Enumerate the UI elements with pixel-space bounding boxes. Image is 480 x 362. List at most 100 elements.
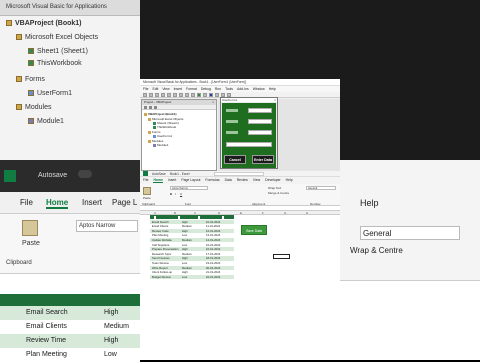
priority-input[interactable]: [248, 119, 272, 124]
menu-view[interactable]: View: [162, 87, 169, 91]
excel-view-icon[interactable]: [143, 93, 147, 97]
table-cell-date[interactable]: 14-01-2024: [206, 238, 220, 242]
tab-view[interactable]: View: [253, 178, 260, 183]
table-cell-date[interactable]: 10-01-2024: [206, 220, 220, 224]
tab-home[interactable]: Home: [153, 178, 163, 183]
table-cell-task[interactable]: Update Website: [152, 238, 172, 242]
menu-run[interactable]: Run: [215, 87, 221, 91]
insert-icon[interactable]: [149, 93, 153, 97]
table-cell-priority[interactable]: High: [182, 229, 188, 233]
toggle-folders-icon[interactable]: [154, 105, 157, 109]
number-format-select[interactable]: General: [306, 186, 336, 190]
table-cell-date[interactable]: 17-01-2024: [206, 252, 220, 256]
font-name-select[interactable]: Aptos Narrow: [170, 186, 208, 190]
table-cell-date[interactable]: 20-01-2024: [206, 266, 220, 270]
cancel-button[interactable]: Cancel: [224, 155, 246, 164]
close-icon[interactable]: ×: [212, 100, 214, 105]
table-cell-priority[interactable]: Medium: [182, 238, 192, 242]
table-row[interactable]: Budget Review Low 22-01-2024: [150, 274, 234, 280]
table-cell-task[interactable]: Client Follow-up: [152, 270, 172, 274]
table-cell-task[interactable]: Budget Review: [152, 275, 171, 279]
filter-icon[interactable]: [178, 215, 180, 219]
table-cell-priority[interactable]: High: [182, 270, 188, 274]
find-icon[interactable]: [179, 93, 183, 97]
tab-data[interactable]: Data: [225, 178, 232, 183]
notes-input[interactable]: [226, 142, 272, 147]
table-cell-task[interactable]: Email Clients: [152, 224, 168, 228]
tab-developer[interactable]: Developer: [265, 178, 280, 183]
table-cell-priority[interactable]: High: [182, 256, 188, 260]
table-cell-date[interactable]: 21-01-2024: [206, 270, 220, 274]
stop-icon[interactable]: [209, 93, 213, 97]
menu-debug[interactable]: Debug: [201, 87, 211, 91]
menu-window[interactable]: Window: [253, 87, 265, 91]
menu-insert[interactable]: Insert: [174, 87, 182, 91]
table-cell-priority[interactable]: Low: [182, 233, 187, 237]
table-cell-task[interactable]: Review Code: [152, 229, 169, 233]
tab-file[interactable]: File: [143, 178, 148, 183]
save-data-button[interactable]: Save Data: [241, 225, 267, 235]
table-cell-date[interactable]: 22-01-2024: [206, 275, 220, 279]
wrap-text-button[interactable]: Wrap Text: [268, 186, 281, 190]
table-cell-priority[interactable]: Low: [182, 275, 187, 279]
pause-icon[interactable]: [203, 93, 207, 97]
menu-tools[interactable]: Tools: [225, 87, 233, 91]
filter-icon[interactable]: [198, 215, 200, 219]
tab-insert[interactable]: Insert: [168, 178, 176, 183]
table-cell-priority[interactable]: Low: [182, 261, 187, 265]
paste-icon[interactable]: [173, 93, 177, 97]
table-cell-task[interactable]: Call Suppliers: [152, 243, 169, 247]
filter-icon[interactable]: [222, 215, 224, 219]
search-input[interactable]: [213, 171, 264, 176]
undo-icon[interactable]: [185, 93, 189, 97]
merge-centre-button[interactable]: Merge & Centre: [268, 191, 289, 195]
table-cell-date[interactable]: 18-01-2024: [206, 256, 220, 260]
tab-review[interactable]: Review: [237, 178, 248, 183]
date-input[interactable]: [248, 130, 272, 135]
copy-icon[interactable]: [167, 93, 171, 97]
bold-icon[interactable]: B: [170, 192, 172, 196]
table-cell-date[interactable]: 12-01-2024: [206, 229, 220, 233]
table-cell-date[interactable]: 19-01-2024: [206, 261, 220, 265]
selected-cell[interactable]: [273, 254, 290, 259]
italic-icon[interactable]: I: [175, 192, 176, 196]
view-object-icon[interactable]: [149, 105, 152, 109]
table-cell-priority[interactable]: Medium: [182, 266, 192, 270]
run-icon[interactable]: [197, 93, 201, 97]
view-code-icon[interactable]: [144, 105, 147, 109]
table-cell-task[interactable]: Write Report: [152, 266, 168, 270]
task-input[interactable]: [248, 108, 272, 113]
table-cell-priority[interactable]: Low: [182, 243, 187, 247]
cut-icon[interactable]: [161, 93, 165, 97]
table-cell-priority[interactable]: High: [182, 247, 188, 251]
userform-window[interactable]: UserForm1 × Cancel Enter Data: [220, 97, 278, 169]
save-icon[interactable]: [155, 93, 159, 97]
table-cell-date[interactable]: 15-01-2024: [206, 243, 220, 247]
menu-edit[interactable]: Edit: [152, 87, 158, 91]
paste-icon[interactable]: [143, 187, 151, 195]
table-cell-date[interactable]: 13-01-2024: [206, 233, 220, 237]
table-cell-task[interactable]: Team Review: [152, 261, 169, 265]
table-cell-date[interactable]: 16-01-2024: [206, 247, 220, 251]
worksheet[interactable]: Email Search High 10-01-2024 Email Clients M…: [140, 215, 340, 360]
tree-module1[interactable]: Module1: [153, 143, 169, 147]
filter-icon[interactable]: [154, 215, 156, 219]
redo-icon[interactable]: [191, 93, 195, 97]
tab-formulas[interactable]: Formulas: [205, 178, 219, 183]
tab-help[interactable]: Help: [286, 178, 293, 183]
menu-format[interactable]: Format: [186, 87, 197, 91]
tree-thisworkbook[interactable]: ThisWorkbook: [153, 125, 176, 129]
tree-project[interactable]: VBAProject (Book1): [144, 112, 177, 116]
table-cell-task[interactable]: Send Invoices: [152, 256, 170, 260]
table-cell-task[interactable]: Email Search: [152, 220, 169, 224]
table-cell-priority[interactable]: High: [182, 220, 188, 224]
table-cell-task[interactable]: Prepare Presentation: [152, 247, 178, 251]
table-cell-priority[interactable]: Medium: [182, 224, 192, 228]
table-cell-priority[interactable]: Medium: [182, 252, 192, 256]
table-cell-date[interactable]: 11-01-2024: [206, 224, 220, 228]
tab-page-layout[interactable]: Page Layout: [181, 178, 200, 183]
menu-file[interactable]: File: [143, 87, 148, 91]
menu-addins[interactable]: Add-Ins: [237, 87, 249, 91]
underline-icon[interactable]: U: [180, 192, 182, 196]
table-cell-task[interactable]: Plan Meeting: [152, 233, 168, 237]
